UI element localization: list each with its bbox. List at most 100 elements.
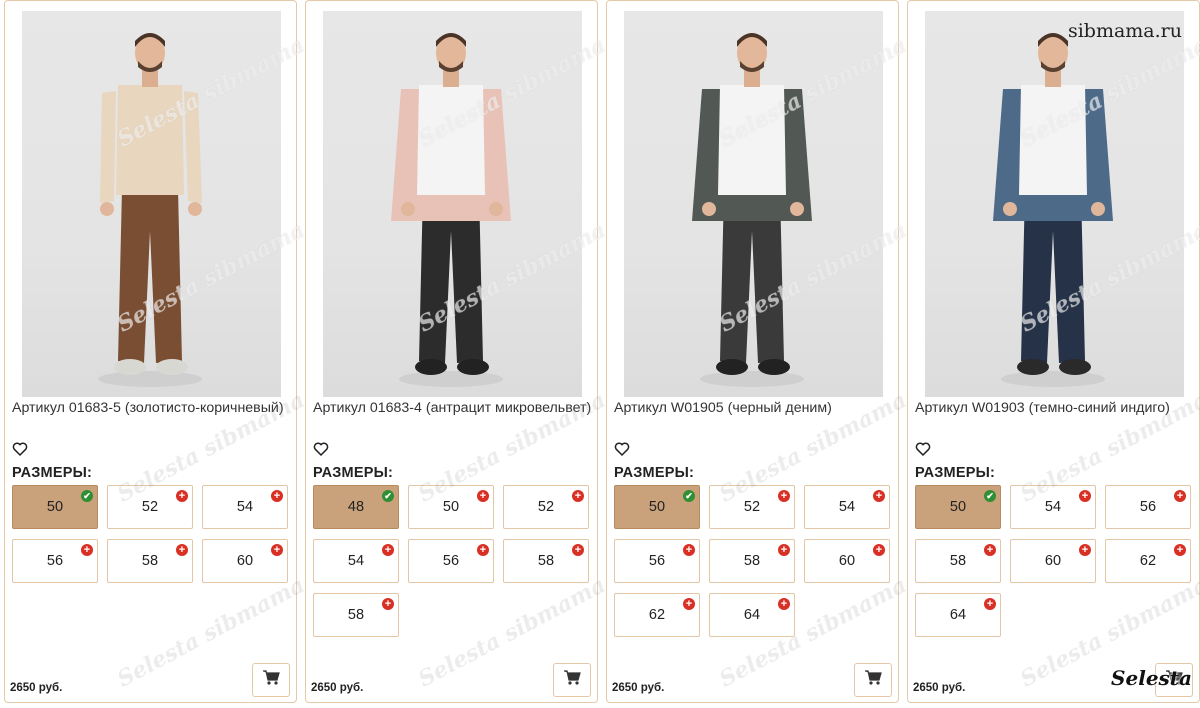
- add-to-cart-button[interactable]: [252, 663, 290, 697]
- product-price: 2650 руб.: [10, 682, 63, 694]
- size-label: 52: [141, 499, 159, 515]
- size-option[interactable]: 48 ✔: [313, 485, 399, 529]
- size-label: 54: [347, 553, 365, 569]
- plus-icon: +: [1174, 544, 1186, 556]
- size-label: 56: [648, 553, 666, 569]
- size-option[interactable]: 56 +: [408, 539, 494, 583]
- size-label: 58: [347, 607, 365, 623]
- plus-icon: +: [1174, 490, 1186, 502]
- size-option[interactable]: 56 +: [1105, 485, 1191, 529]
- favorite-heart-icon[interactable]: [915, 441, 931, 457]
- product-card: Артикул 01683-4 (антрацит микровельвет) Р…: [305, 0, 641, 703]
- size-label: 50: [442, 499, 460, 515]
- product-photo[interactable]: [624, 11, 883, 397]
- size-label: 54: [838, 499, 856, 515]
- favorite-heart-icon[interactable]: [313, 441, 329, 457]
- size-option[interactable]: 50 +: [408, 485, 494, 529]
- plus-icon: +: [984, 544, 996, 556]
- plus-icon: +: [873, 490, 885, 502]
- product-price: 2650 руб.: [612, 682, 665, 694]
- size-label: 56: [1139, 499, 1157, 515]
- plus-icon: +: [382, 598, 394, 610]
- size-label: 52: [743, 499, 761, 515]
- size-option[interactable]: 56 +: [614, 539, 700, 583]
- product-grid: Артикул 01683-5 (золотисто-коричневый) РА…: [0, 0, 1200, 708]
- size-option[interactable]: 58 +: [709, 539, 795, 583]
- size-label: 60: [1044, 553, 1062, 569]
- size-option[interactable]: 58 +: [107, 539, 193, 583]
- size-option[interactable]: 58 +: [503, 539, 589, 583]
- size-label: 60: [236, 553, 254, 569]
- product-title[interactable]: Артикул W01905 (черный деним): [614, 398, 897, 419]
- shopping-cart-icon: [864, 670, 882, 690]
- product-title[interactable]: Артикул 01683-5 (золотисто-коричневый): [12, 398, 295, 419]
- plus-icon: +: [778, 490, 790, 502]
- size-option[interactable]: 60 +: [804, 539, 890, 583]
- size-label: 62: [648, 607, 666, 623]
- size-option[interactable]: 54 +: [202, 485, 288, 529]
- size-label: 50: [46, 499, 64, 515]
- favorite-heart-icon[interactable]: [614, 441, 630, 457]
- size-label: 58: [949, 553, 967, 569]
- product-photo[interactable]: [22, 11, 281, 397]
- favorite-heart-icon[interactable]: [12, 441, 28, 457]
- size-option[interactable]: 54 +: [804, 485, 890, 529]
- product-card: Артикул W01905 (черный деним) РАЗМЕРЫ: 50 ✔…: [606, 0, 942, 703]
- size-label: 56: [442, 553, 460, 569]
- add-to-cart-button[interactable]: [854, 663, 892, 697]
- plus-icon: +: [271, 490, 283, 502]
- size-option[interactable]: 60 +: [1010, 539, 1096, 583]
- size-label: 58: [743, 553, 761, 569]
- size-option[interactable]: 50 ✔: [12, 485, 98, 529]
- size-label: 52: [537, 499, 555, 515]
- size-label: 54: [1044, 499, 1062, 515]
- size-label: 64: [743, 607, 761, 623]
- size-label: 62: [1139, 553, 1157, 569]
- size-label: 50: [648, 499, 666, 515]
- site-watermark: sibmama.ru: [1067, 20, 1182, 42]
- model-figure: [98, 33, 202, 387]
- product-title[interactable]: Артикул 01683-4 (антрацит микровельвет): [313, 398, 596, 419]
- size-option[interactable]: 50 ✔: [614, 485, 700, 529]
- check-icon: ✔: [683, 490, 695, 502]
- sizes-heading: РАЗМЕРЫ:: [915, 465, 995, 481]
- product-photo[interactable]: [323, 11, 582, 397]
- size-option[interactable]: 64 +: [915, 593, 1001, 637]
- size-label: 60: [838, 553, 856, 569]
- size-option[interactable]: 60 +: [202, 539, 288, 583]
- plus-icon: +: [81, 544, 93, 556]
- size-label: 50: [949, 499, 967, 515]
- plus-icon: +: [778, 598, 790, 610]
- size-option[interactable]: 52 +: [503, 485, 589, 529]
- size-option[interactable]: 52 +: [107, 485, 193, 529]
- selesta-logo: Selesta: [1111, 666, 1192, 690]
- size-option[interactable]: 56 +: [12, 539, 98, 583]
- plus-icon: +: [176, 544, 188, 556]
- plus-icon: +: [683, 544, 695, 556]
- size-label: 58: [537, 553, 555, 569]
- product-title[interactable]: Артикул W01903 (темно-синий индиго): [915, 398, 1198, 419]
- size-option[interactable]: 54 +: [313, 539, 399, 583]
- sizes-heading: РАЗМЕРЫ:: [614, 465, 694, 481]
- plus-icon: +: [1079, 490, 1091, 502]
- product-photo[interactable]: [925, 11, 1184, 397]
- size-label: 56: [46, 553, 64, 569]
- size-option[interactable]: 62 +: [1105, 539, 1191, 583]
- size-option[interactable]: 62 +: [614, 593, 700, 637]
- size-option[interactable]: 58 +: [313, 593, 399, 637]
- size-option[interactable]: 50 ✔: [915, 485, 1001, 529]
- plus-icon: +: [271, 544, 283, 556]
- plus-icon: +: [984, 598, 996, 610]
- model-figure: [692, 33, 812, 387]
- size-option[interactable]: 54 +: [1010, 485, 1096, 529]
- plus-icon: +: [572, 544, 584, 556]
- add-to-cart-button[interactable]: [553, 663, 591, 697]
- size-label: 48: [347, 499, 365, 515]
- plus-icon: +: [382, 544, 394, 556]
- size-option[interactable]: 64 +: [709, 593, 795, 637]
- size-option[interactable]: 52 +: [709, 485, 795, 529]
- plus-icon: +: [176, 490, 188, 502]
- plus-icon: +: [572, 490, 584, 502]
- size-label: 58: [141, 553, 159, 569]
- size-option[interactable]: 58 +: [915, 539, 1001, 583]
